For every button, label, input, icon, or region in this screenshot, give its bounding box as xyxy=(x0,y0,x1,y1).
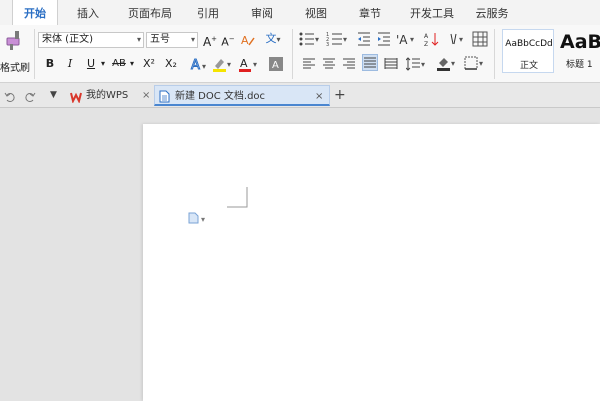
strikethrough-button[interactable]: AB xyxy=(110,56,128,72)
highlight-icon[interactable]: ▾ xyxy=(212,56,234,76)
tab-review[interactable]: 审阅 xyxy=(244,0,280,25)
bullet-list-icon[interactable]: ▾ xyxy=(298,31,322,51)
border-icon[interactable]: ▾ xyxy=(464,55,486,75)
grow-font-button[interactable]: A+ xyxy=(202,31,218,50)
redo-icon[interactable] xyxy=(24,88,36,107)
bold-button[interactable]: B xyxy=(42,56,58,72)
svg-text:A: A xyxy=(424,33,429,40)
italic-button[interactable]: I xyxy=(62,56,78,72)
tab-insert[interactable]: 插入 xyxy=(68,0,108,25)
tab-page-layout[interactable]: 页面布局 xyxy=(122,0,178,25)
svg-text:Z: Z xyxy=(424,41,428,47)
tab-developer[interactable]: 开发工具 xyxy=(404,0,460,25)
tab-view[interactable]: 视图 xyxy=(298,0,334,25)
svg-text:A: A xyxy=(240,57,248,70)
underline-button[interactable]: U xyxy=(84,56,98,72)
divider xyxy=(494,29,495,79)
decrease-indent-icon[interactable] xyxy=(356,31,372,51)
document-page[interactable]: ▾ xyxy=(143,124,600,401)
svg-text:3: 3 xyxy=(326,42,329,47)
svg-text:▾: ▾ xyxy=(410,35,414,44)
tab-new-doc[interactable]: 新建 DOC 文档.doc × xyxy=(154,85,330,106)
style-normal-preview: AaBbCcDd xyxy=(505,39,553,49)
shrink-font-button[interactable]: A− xyxy=(220,31,236,51)
svg-text:▾: ▾ xyxy=(315,35,319,44)
svg-text:▾: ▾ xyxy=(227,60,231,69)
chevron-down-icon: ▾ xyxy=(190,35,195,44)
svg-text:A: A xyxy=(272,60,279,71)
divider xyxy=(34,29,35,79)
svg-text:'A: 'A xyxy=(396,33,408,47)
style-normal[interactable]: AaBbCcDd 正文 xyxy=(502,29,554,73)
style-heading-1[interactable]: AaB 标题 1 xyxy=(556,29,600,73)
svg-text:▾: ▾ xyxy=(253,60,257,69)
font-size-select[interactable]: 五号 ▾ xyxy=(146,32,198,48)
new-tab-button[interactable]: + xyxy=(334,85,348,106)
close-icon[interactable]: × xyxy=(315,86,323,107)
svg-text:A: A xyxy=(191,58,200,72)
font-size-value: 五号 xyxy=(150,34,170,45)
svg-text:▾: ▾ xyxy=(421,60,425,69)
ribbon-toolbar: 格式刷 宋体 (正文) ▾ 五号 ▾ A+ A− A 文▾ B I U ▾ AB… xyxy=(0,25,600,83)
svg-text:▾: ▾ xyxy=(451,59,455,68)
change-case-icon[interactable]: 'A ▾ xyxy=(396,31,418,51)
sort-icon[interactable]: AZ xyxy=(424,31,440,51)
font-color-icon[interactable]: A ▾ xyxy=(238,56,260,76)
tab-my-wps[interactable]: 我的WPS × xyxy=(66,85,152,106)
undo-icon[interactable] xyxy=(4,88,16,107)
chevron-down-icon[interactable]: ▼ xyxy=(50,90,57,100)
tab-cloud[interactable]: 云服务 xyxy=(470,0,514,25)
tab-my-wps-label: 我的WPS xyxy=(86,90,129,101)
svg-text:▾: ▾ xyxy=(201,215,205,224)
tab-new-doc-label: 新建 DOC 文档.doc xyxy=(175,91,266,102)
style-heading-label: 标题 1 xyxy=(566,60,593,70)
table-grid-icon[interactable] xyxy=(472,31,488,51)
character-shading-icon[interactable]: A xyxy=(268,56,284,76)
font-name-value: 宋体 (正文) xyxy=(42,34,93,45)
svg-text:▾: ▾ xyxy=(202,62,206,71)
subscript-button[interactable]: X₂ xyxy=(162,56,180,72)
shading-icon[interactable]: ▾ xyxy=(436,55,458,75)
document-workspace: ▾ xyxy=(0,108,600,401)
paste-options-icon[interactable]: ▾ xyxy=(187,209,211,228)
tab-section[interactable]: 章节 xyxy=(352,0,388,25)
superscript-button[interactable]: X² xyxy=(140,56,158,72)
svg-text:▾: ▾ xyxy=(343,35,347,44)
format-painter-icon[interactable] xyxy=(4,29,26,55)
paragraph-mark-icon[interactable]: ▾ xyxy=(448,31,468,51)
close-icon[interactable]: × xyxy=(142,85,150,106)
menu-bar: 开始 插入 页面布局 引用 审阅 视图 章节 开发工具 云服务 xyxy=(0,0,600,26)
text-effect-icon[interactable]: A ▾ xyxy=(190,56,208,76)
numbered-list-icon[interactable]: 1 2 3 ▾ xyxy=(326,31,350,51)
justify-icon[interactable] xyxy=(362,54,378,71)
phonetic-guide-icon[interactable]: 文▾ xyxy=(262,31,284,48)
increase-indent-icon[interactable] xyxy=(376,31,392,51)
format-painter-label[interactable]: 格式刷 xyxy=(0,59,30,74)
tab-references[interactable]: 引用 xyxy=(190,0,226,25)
svg-text:▾: ▾ xyxy=(459,35,463,44)
style-heading-preview: AaB xyxy=(560,31,600,53)
clear-format-icon[interactable]: A xyxy=(240,32,256,52)
tab-home[interactable]: 开始 xyxy=(12,0,58,26)
margin-corner-mark xyxy=(227,187,249,213)
align-left-icon[interactable] xyxy=(302,56,316,75)
align-right-icon[interactable] xyxy=(342,56,356,75)
align-center-icon[interactable] xyxy=(322,56,336,75)
document-tab-bar: ▼ 我的WPS × 新建 DOC 文档.doc × + xyxy=(0,83,600,108)
distributed-align-icon[interactable] xyxy=(384,56,398,75)
divider xyxy=(292,29,293,79)
chevron-down-icon: ▾ xyxy=(136,35,141,44)
svg-text:A: A xyxy=(241,34,249,47)
chevron-down-icon[interactable]: ▾ xyxy=(98,56,108,72)
style-normal-label: 正文 xyxy=(519,61,538,71)
svg-text:▾: ▾ xyxy=(479,59,483,68)
line-spacing-icon[interactable]: ▾ xyxy=(405,56,428,75)
chevron-down-icon[interactable]: ▾ xyxy=(127,56,137,72)
font-name-select[interactable]: 宋体 (正文) ▾ xyxy=(38,32,144,48)
